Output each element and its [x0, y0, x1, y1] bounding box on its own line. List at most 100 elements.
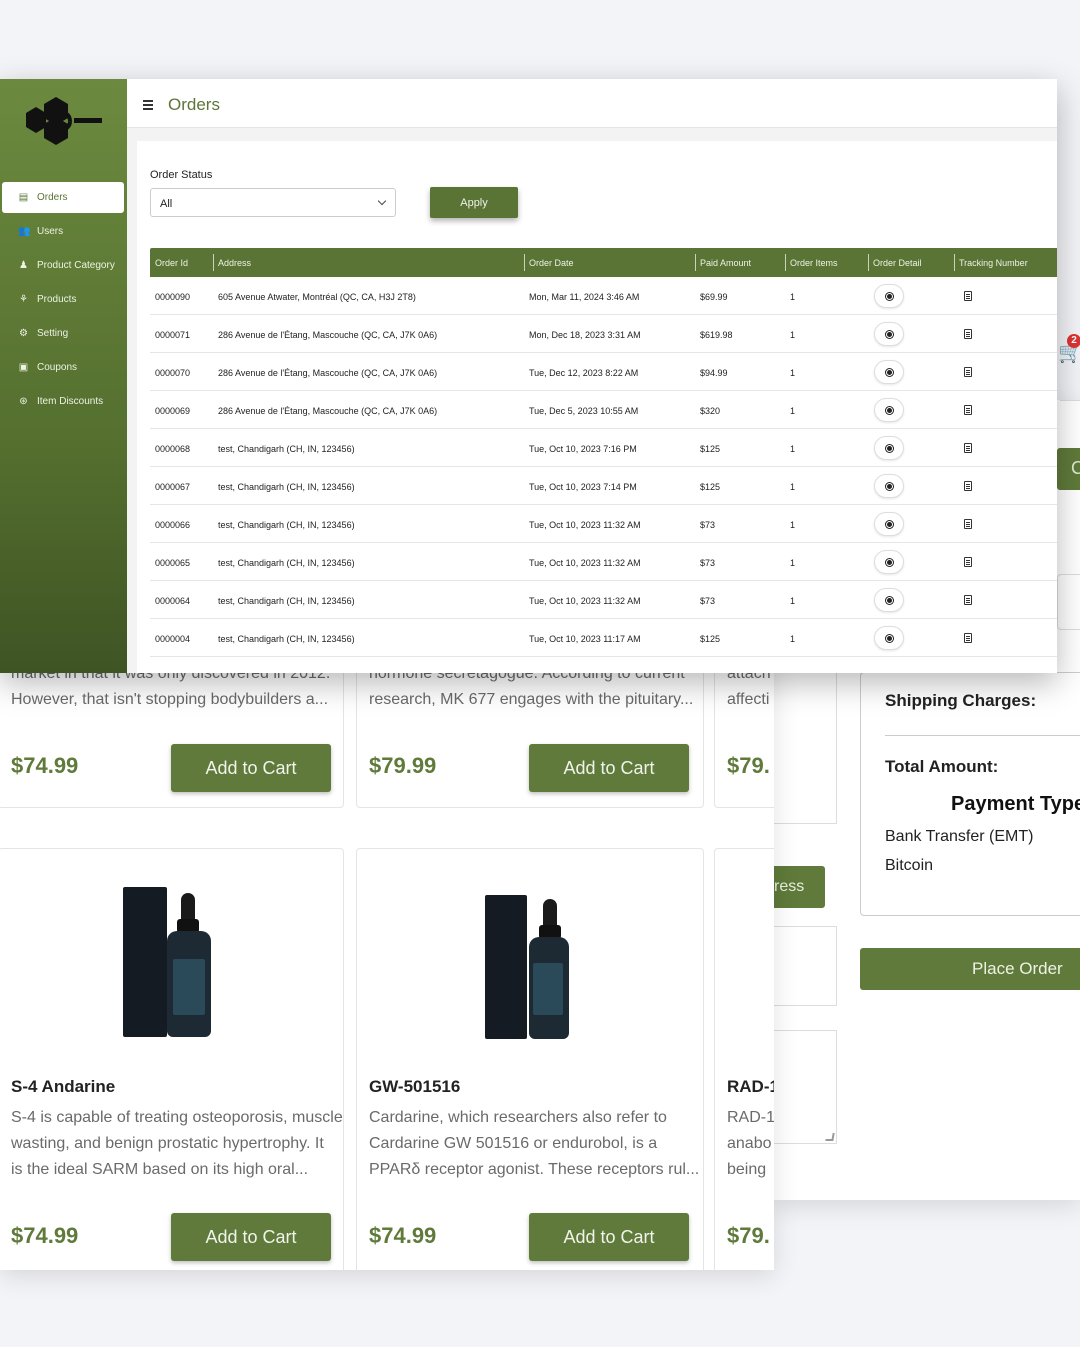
products-icon: ⚘ — [19, 294, 28, 305]
table-cell: $619.98 — [700, 330, 733, 340]
checkout-button-edge[interactable]: C — [1057, 448, 1080, 490]
address-box-2 — [772, 926, 837, 1006]
table-row: 0000067 test, Chandigarh (CH, IN, 123456)… — [150, 467, 1057, 505]
tracking-document-icon[interactable] — [964, 367, 972, 377]
table-cell: Tue, Oct 10, 2023 11:32 AM — [529, 520, 641, 530]
view-order-eye-icon[interactable] — [874, 322, 904, 346]
add-to-cart-button[interactable]: Add to Cart — [171, 744, 331, 792]
table-cell: $69.99 — [700, 292, 728, 302]
add-to-cart-button[interactable]: Add to Cart — [171, 1213, 331, 1261]
tracking-document-icon[interactable] — [964, 329, 972, 339]
table-cell — [954, 353, 1057, 391]
tracking-document-icon[interactable] — [964, 633, 972, 643]
add-address-button[interactable]: ress — [770, 866, 825, 908]
view-order-eye-icon[interactable] — [874, 626, 904, 650]
product-description: RAD-1 anabo being — [727, 1109, 774, 1178]
sidebar-item-orders[interactable]: ▤ Orders — [2, 182, 124, 213]
tracking-document-icon[interactable] — [964, 557, 972, 567]
cart-count-badge: 2 — [1067, 334, 1080, 348]
product-image — [481, 893, 581, 1043]
tracking-document-icon[interactable] — [964, 481, 972, 491]
place-order-button[interactable]: Place Order — [860, 948, 1080, 990]
table-cell — [954, 391, 1057, 429]
order-summary-card: Shipping Charges: Total Amount: Payment … — [860, 672, 1080, 916]
order-status-select[interactable]: All — [150, 188, 396, 217]
add-to-cart-button[interactable]: Add to Cart — [529, 744, 689, 792]
sidebar-item-label: Item Discounts — [37, 396, 104, 407]
product-card: GW-501516 Cardarine, which researchers a… — [356, 848, 704, 1270]
view-order-eye-icon[interactable] — [874, 284, 904, 308]
sidebar-item-item-discounts[interactable]: ⊛ Item Discounts — [2, 386, 124, 417]
tracking-document-icon[interactable] — [964, 443, 972, 453]
table-cell: test, Chandigarh (CH, IN, 123456) — [218, 558, 355, 568]
sidebar-item-users[interactable]: 👥 Users — [2, 216, 124, 247]
add-to-cart-button[interactable]: Add to Cart — [529, 1213, 689, 1261]
table-cell: Mon, Dec 18, 2023 3:31 AM — [529, 330, 641, 340]
view-order-eye-icon[interactable] — [874, 512, 904, 536]
table-cell — [868, 467, 954, 505]
product-price: $79.99 — [369, 753, 437, 778]
table-cell: Tue, Oct 10, 2023 11:32 AM — [529, 558, 641, 568]
table-cell — [868, 505, 954, 543]
coupon-icon: ▣ — [18, 362, 29, 373]
view-order-eye-icon[interactable] — [874, 360, 904, 384]
table-cell: test, Chandigarh (CH, IN, 123456) — [218, 444, 355, 454]
table-row: 0000090 605 Avenue Atwater, Montréal (QC,… — [150, 277, 1057, 315]
sidebar-item-label: Setting — [37, 328, 69, 339]
product-name[interactable]: GW-501516 — [369, 1077, 460, 1097]
brand-logo — [26, 97, 102, 145]
table-cell: Mon, Mar 11, 2024 3:46 AM — [529, 292, 640, 302]
table-row: 0000071 286 Avenue de l'Étang, Mascouche … — [150, 315, 1057, 353]
page-title: Orders — [168, 95, 220, 114]
column-header: Order Items — [785, 248, 868, 277]
table-cell — [954, 277, 1057, 315]
table-cell — [868, 543, 954, 581]
tracking-document-icon[interactable] — [964, 291, 972, 301]
table-cell: Tue, Oct 10, 2023 11:32 AM — [529, 596, 641, 606]
tracking-document-icon[interactable] — [964, 405, 972, 415]
resize-handle-icon[interactable] — [825, 1133, 835, 1141]
table-cell: Tue, Dec 12, 2023 8:22 AM — [529, 368, 639, 378]
tracking-document-icon[interactable] — [964, 595, 972, 605]
table-cell: 0000070 — [155, 368, 191, 378]
users-icon: 👥 — [18, 226, 31, 237]
table-cell: $320 — [700, 406, 721, 416]
notes-textarea[interactable] — [772, 1030, 837, 1144]
column-header: Tracking Number — [954, 248, 1057, 277]
apply-button[interactable]: Apply — [430, 187, 518, 218]
table-cell: 1 — [790, 482, 796, 492]
table-row: 0000068 test, Chandigarh (CH, IN, 123456)… — [150, 429, 1057, 467]
button-label-fragment: C — [1071, 458, 1080, 478]
column-header: Order Id — [155, 258, 189, 268]
orders-table: Order Id Address Order Date Paid Amount Orde… — [150, 248, 1057, 657]
column-header: Order Detail — [868, 248, 954, 277]
sidebar-item-product-category[interactable]: ♟ Product Category — [2, 250, 124, 281]
menu-toggle-icon[interactable] — [143, 100, 153, 110]
view-order-eye-icon[interactable] — [874, 398, 904, 422]
table-cell: 286 Avenue de l'Étang, Mascouche (QC, CA… — [218, 406, 438, 416]
payment-option-bank[interactable]: Bank Transfer (EMT) — [885, 828, 1033, 846]
sidebar-item-setting[interactable]: ⚙ Setting — [2, 318, 124, 349]
column-header: Address — [213, 248, 524, 277]
sidebar-item-products[interactable]: ⚘ Products — [2, 284, 124, 315]
table-cell: 1 — [790, 596, 796, 606]
payment-type-title: Payment Type — [951, 793, 1080, 815]
payment-option-bitcoin[interactable]: Bitcoin — [885, 857, 933, 875]
table-cell — [954, 429, 1057, 467]
table-cell: 0000066 — [155, 520, 191, 530]
product-card: S-4 Andarine S-4 is capable of treating … — [0, 848, 344, 1270]
sidebar-item-label: Products — [37, 294, 77, 305]
coupon-field-edge[interactable] — [1057, 574, 1080, 630]
tracking-document-icon[interactable] — [964, 519, 972, 529]
product-name[interactable]: S-4 Andarine — [11, 1077, 115, 1097]
product-name[interactable]: RAD-1 — [727, 1077, 774, 1097]
add-address-label: ress — [774, 878, 805, 895]
view-order-eye-icon[interactable] — [874, 436, 904, 460]
sidebar-item-coupons[interactable]: ▣ Coupons — [2, 352, 124, 383]
view-order-eye-icon[interactable] — [874, 588, 904, 612]
view-order-eye-icon[interactable] — [874, 550, 904, 574]
view-order-eye-icon[interactable] — [874, 474, 904, 498]
chevron-down-icon — [377, 196, 387, 206]
table-cell — [954, 581, 1057, 619]
table-cell: test, Chandigarh (CH, IN, 123456) — [218, 482, 355, 492]
